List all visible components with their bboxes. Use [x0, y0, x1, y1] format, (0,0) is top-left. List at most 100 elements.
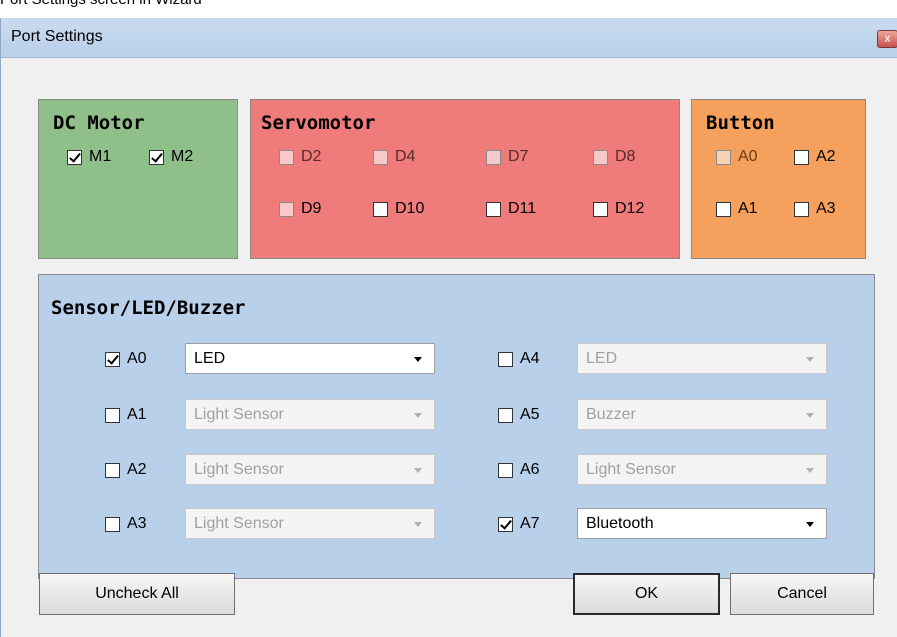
dc-motor-group: DC Motor M1 M2	[38, 99, 238, 259]
sensor-a5-checkbox[interactable]: A5	[498, 406, 540, 424]
checkbox-checked-icon	[498, 516, 513, 532]
sensor-a2-value: Light Sensor	[194, 461, 284, 478]
checkbox-unchecked-icon	[794, 149, 809, 165]
background-caption-text: Port Settings screen in Wizard	[0, 0, 202, 8]
servo-d4-checkbox[interactable]: D4	[373, 148, 415, 166]
button-a2-label: A2	[816, 148, 836, 165]
checkbox-unchecked-icon	[486, 201, 501, 217]
sensor-a1-label: A1	[127, 406, 147, 423]
sensor-a2-select[interactable]: Light Sensor	[185, 454, 435, 485]
sensor-a0-checkbox[interactable]: A0	[105, 350, 147, 368]
checkbox-unchecked-icon	[593, 149, 608, 165]
checkbox-unchecked-icon	[794, 201, 809, 217]
servomotor-title: Servomotor	[261, 112, 376, 134]
chevron-down-icon	[414, 468, 422, 473]
sensor-a7-value: Bluetooth	[586, 515, 654, 532]
servo-d12-checkbox[interactable]: D12	[593, 200, 644, 218]
port-settings-dialog: Port Settings x DC Motor M1 M2 Servomoto…	[0, 18, 897, 637]
checkbox-unchecked-icon	[279, 201, 294, 217]
servo-d9-checkbox[interactable]: D9	[279, 200, 321, 218]
servo-d12-label: D12	[615, 200, 645, 217]
chevron-down-icon	[806, 357, 814, 362]
sensor-a3-value: Light Sensor	[194, 515, 284, 532]
sensor-a2-checkbox[interactable]: A2	[105, 461, 147, 479]
button-a3-checkbox[interactable]: A3	[794, 200, 836, 218]
button-a3-label: A3	[816, 200, 836, 217]
servo-d2-checkbox[interactable]: D2	[279, 148, 321, 166]
title-bar: Port Settings x	[1, 18, 897, 58]
sensor-a5-value: Buzzer	[586, 406, 636, 423]
ok-button[interactable]: OK	[573, 573, 720, 615]
sensor-a2-label: A2	[127, 461, 147, 478]
checkbox-unchecked-icon	[373, 201, 388, 217]
checkbox-checked-icon	[149, 149, 164, 165]
chevron-down-icon	[414, 413, 422, 418]
servo-d10-label: D10	[395, 200, 425, 217]
sensor-a7-select[interactable]: Bluetooth	[577, 508, 827, 539]
sensor-a1-value: Light Sensor	[194, 406, 284, 423]
checkbox-unchecked-icon	[498, 462, 513, 478]
sensor-a5-label: A5	[520, 406, 540, 423]
button-a1-label: A1	[738, 200, 758, 217]
servo-d7-label: D7	[508, 148, 529, 165]
checkbox-unchecked-icon	[373, 149, 388, 165]
dc-motor-title: DC Motor	[53, 112, 145, 134]
dc-motor-m1-label: M1	[89, 148, 112, 165]
sensor-group-title: Sensor/LED/Buzzer	[51, 297, 246, 319]
window-title: Port Settings	[11, 28, 103, 45]
button-a1-checkbox[interactable]: A1	[716, 200, 758, 218]
sensor-a0-select[interactable]: LED	[185, 343, 435, 374]
chevron-down-icon	[806, 522, 814, 527]
sensor-a4-value: LED	[586, 350, 618, 367]
servo-d8-checkbox[interactable]: D8	[593, 148, 635, 166]
sensor-a5-select[interactable]: Buzzer	[577, 399, 827, 430]
servo-d8-label: D8	[615, 148, 636, 165]
checkbox-unchecked-icon	[105, 462, 120, 478]
dc-motor-m1-checkbox[interactable]: M1	[67, 148, 111, 166]
sensor-a6-label: A6	[520, 461, 540, 478]
uncheck-all-button[interactable]: Uncheck All	[39, 573, 235, 615]
dc-motor-m2-label: M2	[171, 148, 194, 165]
sensor-a4-checkbox[interactable]: A4	[498, 350, 540, 368]
sensor-a3-checkbox[interactable]: A3	[105, 515, 147, 533]
sensor-a0-value: LED	[194, 350, 226, 367]
sensor-a1-checkbox[interactable]: A1	[105, 406, 147, 424]
servo-d2-label: D2	[301, 148, 322, 165]
background-caption: Port Settings screen in Wizard	[0, 0, 897, 18]
sensor-led-buzzer-group: Sensor/LED/Buzzer A0 LED A1 Light Sensor…	[38, 274, 875, 579]
sensor-a3-label: A3	[127, 515, 147, 532]
chevron-down-icon	[806, 413, 814, 418]
button-a2-checkbox[interactable]: A2	[794, 148, 836, 166]
chevron-down-icon	[414, 522, 422, 527]
checkbox-unchecked-icon	[498, 407, 513, 423]
servo-d11-label: D11	[508, 200, 537, 217]
close-icon[interactable]: x	[877, 30, 897, 48]
chevron-down-icon	[414, 357, 422, 362]
sensor-a1-select[interactable]: Light Sensor	[185, 399, 435, 430]
checkbox-unchecked-icon	[486, 149, 501, 165]
checkbox-checked-icon	[105, 351, 120, 367]
button-a0-checkbox[interactable]: A0	[716, 148, 758, 166]
sensor-a7-checkbox[interactable]: A7	[498, 515, 540, 533]
sensor-a4-label: A4	[520, 350, 540, 367]
servo-d11-checkbox[interactable]: D11	[486, 200, 536, 218]
checkbox-unchecked-icon	[279, 149, 294, 165]
servo-d4-label: D4	[395, 148, 416, 165]
checkbox-unchecked-icon	[716, 149, 731, 165]
dc-motor-m2-checkbox[interactable]: M2	[149, 148, 193, 166]
sensor-a6-value: Light Sensor	[586, 461, 676, 478]
sensor-a7-label: A7	[520, 515, 540, 532]
servo-d7-checkbox[interactable]: D7	[486, 148, 528, 166]
chevron-down-icon	[806, 468, 814, 473]
servo-d10-checkbox[interactable]: D10	[373, 200, 424, 218]
button-group-title: Button	[706, 112, 775, 134]
sensor-a6-select[interactable]: Light Sensor	[577, 454, 827, 485]
checkbox-unchecked-icon	[498, 351, 513, 367]
sensor-a0-label: A0	[127, 350, 147, 367]
cancel-button[interactable]: Cancel	[730, 573, 874, 615]
sensor-a4-select[interactable]: LED	[577, 343, 827, 374]
checkbox-unchecked-icon	[105, 407, 120, 423]
sensor-a6-checkbox[interactable]: A6	[498, 461, 540, 479]
servo-d9-label: D9	[301, 200, 322, 217]
sensor-a3-select[interactable]: Light Sensor	[185, 508, 435, 539]
